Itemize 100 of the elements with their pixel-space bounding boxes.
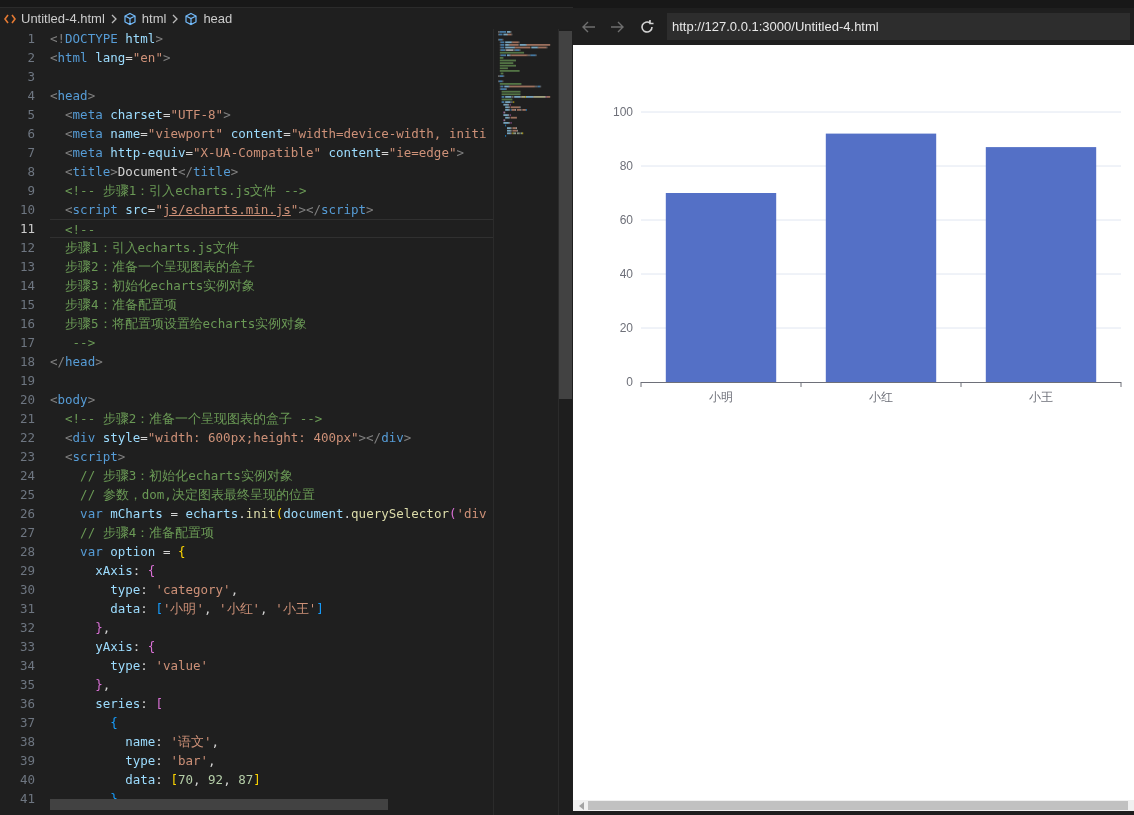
code-line: <!DOCTYPE html> (50, 31, 163, 46)
line-number: 2 (26, 49, 36, 67)
line-number: 10 (18, 201, 36, 219)
line-number: 19 (18, 372, 36, 390)
code-line: <!-- 步骤1：引入echarts.js文件 --> (64, 183, 307, 198)
scrollbar-thumb[interactable] (559, 31, 572, 399)
line-number: 29 (18, 562, 36, 580)
code-line: <script> (64, 449, 126, 464)
line-number: 24 (18, 467, 36, 485)
line-number: 3 (26, 68, 36, 86)
axis-label: 小红 (869, 390, 893, 404)
line-number: 33 (18, 638, 36, 656)
breadcrumb-item[interactable]: html (141, 8, 167, 29)
code-line: // 步骤3：初始化echarts实例对象 (79, 468, 293, 483)
line-number: 17 (18, 334, 36, 352)
code-line: type: 'value' (109, 658, 209, 673)
code-line: xAxis: { (94, 563, 156, 578)
line-number: 41 (18, 790, 36, 808)
line-number: 27 (18, 524, 36, 542)
code-line: data: ['小明', '小红', '小王'] (109, 601, 324, 616)
axis-label: 60 (619, 213, 633, 227)
code-line: series: [ (94, 696, 163, 711)
cube-icon (184, 11, 199, 26)
code-line: yAxis: { (94, 639, 156, 654)
line-number: 16 (18, 315, 36, 333)
line-number: 34 (18, 657, 36, 675)
line-number: 23 (18, 448, 36, 466)
line-number: 40 (18, 771, 36, 789)
code-line: type: 'category', (109, 582, 239, 597)
code-line: 步骤4：准备配置项 (64, 297, 177, 312)
code-line: <!-- 步骤2：准备一个呈现图表的盒子 --> (64, 411, 323, 426)
line-number: 26 (18, 505, 36, 523)
line-number: 11 (18, 220, 36, 238)
axis-label: 100 (612, 105, 633, 119)
code-line: { (109, 715, 118, 730)
axis-label: 0 (626, 375, 633, 389)
code-line: <title>Document</title> (64, 164, 239, 179)
code-line: }, (94, 620, 111, 635)
axis-label: 80 (619, 159, 633, 173)
line-number: 21 (18, 410, 36, 428)
code-line: <meta http-equiv="X-UA-Compatible" content="ie=edge"> (64, 145, 464, 160)
line-number: 25 (18, 486, 36, 504)
code-line: // 参数，dom,决定图表最终呈现的位置 (79, 487, 315, 502)
code-line: <body> (50, 392, 96, 407)
cube-icon (122, 11, 137, 26)
line-number: 32 (18, 619, 36, 637)
line-number: 36 (18, 695, 36, 713)
code-line: <meta name="viewport" content="width=device-width, initi (64, 126, 487, 141)
line-number: 15 (18, 296, 36, 314)
address-field[interactable]: http://127.0.0.1:3000/Untitled-4.html (667, 13, 1130, 40)
line-number: 9 (26, 182, 36, 200)
line-number: 14 (18, 277, 36, 295)
code-line: <!-- (64, 222, 96, 237)
code-line: data: [70, 92, 87] (124, 772, 261, 787)
code-line: 步骤1：引入echarts.js文件 (64, 240, 239, 255)
breadcrumb-item[interactable]: head (203, 8, 233, 29)
line-number: 35 (18, 676, 36, 694)
code-line: <html lang="en"> (50, 50, 171, 65)
axis-label: 20 (619, 321, 633, 335)
line-number: 18 (18, 353, 36, 371)
line-number: 38 (18, 733, 36, 751)
chevron-icon (109, 13, 118, 24)
line-number: 4 (26, 87, 36, 105)
line-number: 12 (18, 239, 36, 257)
line-number: 22 (18, 429, 36, 447)
code-line: <head> (50, 88, 96, 103)
code-line: type: 'bar', (124, 753, 216, 768)
code-line: <meta charset="UTF-8"> (64, 107, 231, 122)
code-line: name: '语文', (124, 734, 219, 749)
line-number: 37 (18, 714, 36, 732)
axis-label: 小王 (1029, 390, 1053, 404)
line-number: 6 (26, 125, 36, 143)
horizontal-scrollbar-thumb[interactable] (50, 799, 388, 810)
reload-icon[interactable] (639, 18, 655, 35)
line-number: 13 (18, 258, 36, 276)
line-number: 1 (26, 30, 36, 48)
line-number: 7 (26, 144, 36, 162)
code-brackets-icon (4, 13, 16, 24)
code-line: --> (71, 335, 96, 350)
code-line: <script src="js/echarts.min.js"></script> (64, 202, 374, 217)
code-line: 步骤3：初始化echarts实例对象 (64, 278, 256, 293)
code-line: 步骤2：准备一个呈现图表的盒子 (64, 259, 255, 274)
line-number: 31 (18, 600, 36, 618)
line-number: 39 (18, 752, 36, 770)
code-line: // 步骤4：准备配置项 (79, 525, 215, 540)
code-line: }, (94, 677, 111, 692)
breadcrumb-item[interactable]: Untitled-4.html (21, 8, 105, 29)
line-number: 20 (18, 391, 36, 409)
line-number: 8 (26, 163, 36, 181)
line-number: 5 (26, 106, 36, 124)
line-number: 28 (18, 543, 36, 561)
horizontal-scrollbar-thumb[interactable] (588, 801, 1128, 810)
code-line: </head> (50, 354, 103, 369)
code-line: var mCharts = echarts.init(document.querySelector('div (79, 506, 487, 521)
code-line: var option = { (79, 544, 186, 559)
axis-label: 40 (619, 267, 633, 281)
line-number: 30 (18, 581, 36, 599)
axis-label: 小明 (709, 390, 733, 404)
scroll-left-icon[interactable] (579, 801, 585, 810)
chevron-icon (171, 13, 180, 24)
